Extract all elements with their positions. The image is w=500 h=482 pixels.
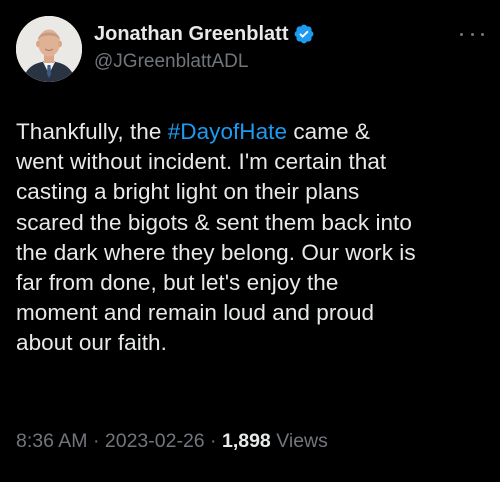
verified-badge-icon[interactable]	[293, 23, 315, 45]
views-label: Views	[270, 430, 328, 452]
tweet: Jonathan Greenblatt @JGreenblattADL Than…	[0, 0, 500, 482]
timestamp-date[interactable]: 2023-02-26	[105, 430, 205, 452]
tweet-text-segment: came &	[287, 119, 370, 144]
views-count[interactable]: 1,898	[222, 430, 271, 452]
tweet-line: far from done, but let's enjoy the	[16, 270, 339, 296]
tweet-line: Thankfully, the #DayofHate came &	[16, 117, 494, 147]
name-row: Jonathan Greenblatt	[94, 21, 450, 47]
handle[interactable]: @JGreenblattADL	[94, 51, 450, 73]
tweet-line: moment and remain loud and proud	[16, 300, 375, 326]
meta-separator: ·	[87, 430, 105, 452]
tweet-text: Thankfully, the #DayofHate came & went w…	[16, 117, 494, 359]
more-horizontal-icon	[460, 32, 463, 36]
more-horizontal-icon-dot	[470, 32, 474, 36]
tweet-meta: 8:36 AM · 2023-02-26 · 1,898 Views	[16, 430, 328, 453]
more-horizontal-icon-dot	[481, 32, 484, 36]
tweet-text-segment: Thankfully, the	[16, 119, 168, 144]
hashtag-link[interactable]: #DayofHate	[168, 119, 287, 144]
avatar[interactable]	[16, 16, 82, 82]
tweet-line: about our faith.	[16, 330, 167, 356]
tweet-line: casting a bright light on their plans	[16, 179, 360, 205]
avatar-image	[16, 16, 82, 82]
more-options-button[interactable]	[460, 26, 484, 42]
tweet-line: the dark where they belong. Our work is	[16, 239, 416, 265]
tweet-line: scared the bigots & sent them back into	[16, 209, 412, 235]
tweet-line: went without incident. I'm certain that	[16, 149, 387, 175]
display-name[interactable]: Jonathan Greenblatt	[94, 23, 288, 46]
timestamp-time[interactable]: 8:36 AM	[16, 430, 88, 452]
meta-separator: ·	[204, 430, 222, 452]
author-info: Jonathan Greenblatt @JGreenblattADL	[94, 21, 450, 73]
